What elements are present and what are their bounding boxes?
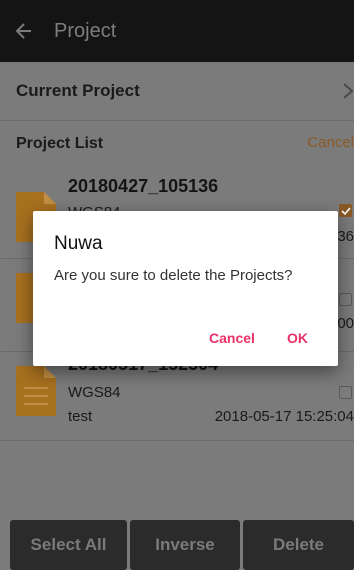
dialog-ok-button[interactable]: OK	[287, 330, 308, 346]
dialog-cancel-button[interactable]: Cancel	[209, 330, 255, 346]
confirm-delete-dialog: Nuwa Are you sure to delete the Projects…	[33, 211, 338, 366]
app-screen: Project Current Project Project List Can…	[0, 0, 354, 570]
dialog-message: Are you sure to delete the Projects?	[54, 267, 293, 284]
dialog-title: Nuwa	[54, 233, 103, 254]
